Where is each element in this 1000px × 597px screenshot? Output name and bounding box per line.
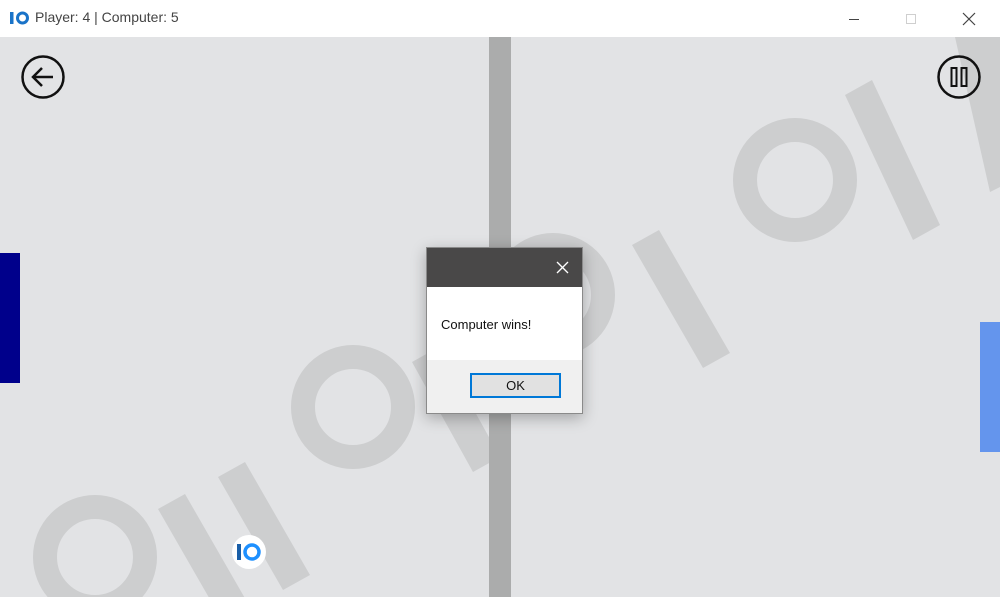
ok-button[interactable]: OK <box>470 373 561 398</box>
minimize-icon <box>849 18 859 20</box>
player-paddle[interactable] <box>0 253 20 383</box>
maximize-button[interactable] <box>888 0 934 37</box>
maximize-icon <box>906 13 916 24</box>
computer-paddle <box>980 322 1000 452</box>
dialog-close-button[interactable] <box>542 248 582 287</box>
minimize-button[interactable] <box>831 0 877 37</box>
window-title: Player: 4 | Computer: 5 <box>35 9 179 25</box>
dialog-footer: OK <box>427 360 582 413</box>
dialog-titlebar <box>427 248 582 287</box>
close-button[interactable] <box>946 0 992 37</box>
io-logo-icon <box>237 543 261 561</box>
arrow-left-circle-icon <box>21 55 65 99</box>
message-dialog: Computer wins! OK <box>426 247 583 414</box>
close-icon <box>962 12 976 25</box>
close-icon <box>556 261 568 274</box>
dialog-message: Computer wins! <box>441 317 532 332</box>
io-logo-icon <box>10 11 29 25</box>
window-titlebar: Player: 4 | Computer: 5 <box>0 0 1000 37</box>
back-button[interactable] <box>20 54 66 100</box>
pause-button[interactable] <box>936 54 982 100</box>
ball <box>232 535 266 569</box>
pause-circle-icon <box>937 55 981 99</box>
